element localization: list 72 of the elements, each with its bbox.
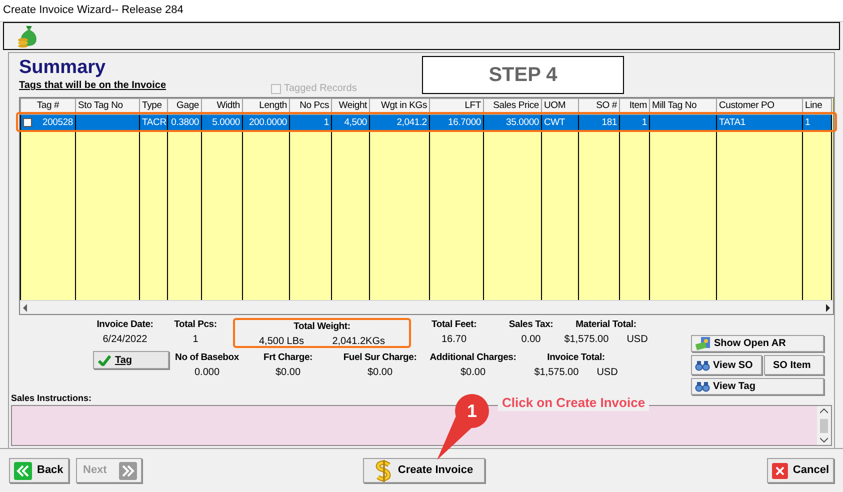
- table-cell: 200528: [42, 116, 73, 130]
- money-file-icon: [695, 336, 711, 351]
- cancel-button[interactable]: Cancel: [767, 458, 834, 483]
- table-cell: 4,500: [344, 116, 367, 128]
- tag-button[interactable]: Tag: [93, 351, 169, 369]
- field-value: $0.00: [275, 366, 301, 380]
- field-label: Total Pcs:: [174, 318, 217, 332]
- scroll-down-icon[interactable]: [820, 437, 828, 443]
- side-button[interactable]: View Tag: [691, 378, 824, 395]
- field-label: Invoice Total:: [547, 351, 605, 365]
- table-cell: 16.7000: [448, 116, 481, 128]
- scroll-right-icon[interactable]: [825, 304, 831, 312]
- field-label: Total Weight:: [294, 320, 350, 334]
- table-cell: 181: [602, 116, 617, 128]
- side-button[interactable]: View SO: [691, 355, 762, 375]
- currency-label: USD: [626, 333, 648, 347]
- field-label: No of Basebox: [175, 351, 239, 365]
- field-value: 16.70: [441, 333, 467, 347]
- field-value: $0.00: [460, 366, 486, 380]
- row-checkbox[interactable]: [23, 118, 32, 128]
- tagged-records-label: Tagged Records: [284, 82, 357, 96]
- field-value: $0.00: [367, 366, 393, 380]
- checkmark-icon: [98, 354, 111, 366]
- field-label: Total Feet:: [431, 318, 477, 332]
- field-label: Invoice Date:: [96, 318, 154, 332]
- back-arrow-icon: [14, 462, 32, 480]
- field-label: Material Total:: [576, 318, 636, 332]
- field-value: 6/24/2022: [102, 333, 148, 347]
- field-value: 0.000: [194, 366, 220, 380]
- summary-heading: Summary: [19, 57, 107, 79]
- field-label: Frt Charge:: [264, 351, 312, 365]
- field-value: $1,575.00: [534, 366, 579, 380]
- table-cell: 2,041.2: [396, 116, 427, 128]
- table-cell: 200.0000: [248, 116, 287, 128]
- binoculars-icon: [695, 360, 710, 370]
- table-row[interactable]: 200528 TACR 0.3800 5.0000 200.0000 1 4,500 2,041.2 16.7000 35.0000 CWT 181 1 TATA1 1: [20, 114, 832, 130]
- table-caption: Tags that will be on the Invoice: [19, 79, 168, 93]
- table-cell: 1: [642, 116, 647, 128]
- vertical-scrollbar[interactable]: [817, 406, 831, 445]
- field-value: $1,575.00: [564, 333, 609, 347]
- table-cell: 0.3800: [171, 116, 199, 128]
- next-arrow-icon: [119, 462, 137, 480]
- dollar-sign-icon: [374, 460, 393, 482]
- step-number-badge: 1: [455, 394, 489, 428]
- window-title: Create Invoice Wizard-- Release 284: [3, 3, 184, 18]
- table-cell: 1: [324, 116, 329, 128]
- field-value: 1: [192, 333, 198, 347]
- table-cell: 35.0000: [506, 116, 539, 128]
- sales-instructions-label: Sales Instructions:: [11, 393, 92, 404]
- scroll-up-icon[interactable]: [820, 408, 828, 414]
- scroll-left-icon[interactable]: [22, 304, 28, 312]
- horizontal-scrollbar[interactable]: [20, 300, 833, 314]
- field-label: Sales Tax:: [508, 318, 554, 332]
- back-button[interactable]: Back: [9, 458, 69, 483]
- step-indicator: STEP 4: [422, 56, 624, 94]
- table-cell: 1: [805, 116, 810, 128]
- table-cell: TATA1: [719, 116, 746, 128]
- binoculars-icon: [695, 381, 710, 392]
- field-value: 0.00: [521, 333, 541, 347]
- side-button[interactable]: SO Item: [764, 355, 824, 375]
- table-cell: CWT: [544, 116, 566, 128]
- table-cell: TACR: [142, 116, 166, 128]
- currency-label: USD: [596, 366, 618, 380]
- field-label: Fuel Sur Charge:: [343, 351, 417, 365]
- table-cell: 5.0000: [212, 116, 240, 128]
- field-value: 2,041.2KGs: [332, 335, 385, 349]
- field-value: 4,500 LBs: [259, 335, 304, 349]
- create-invoice-button[interactable]: Create Invoice: [363, 458, 485, 483]
- callout-text: Click on Create Invoice: [498, 395, 650, 411]
- field-label: Additional Charges:: [430, 351, 516, 365]
- side-button[interactable]: Show Open AR: [691, 335, 824, 352]
- close-icon: [772, 462, 788, 480]
